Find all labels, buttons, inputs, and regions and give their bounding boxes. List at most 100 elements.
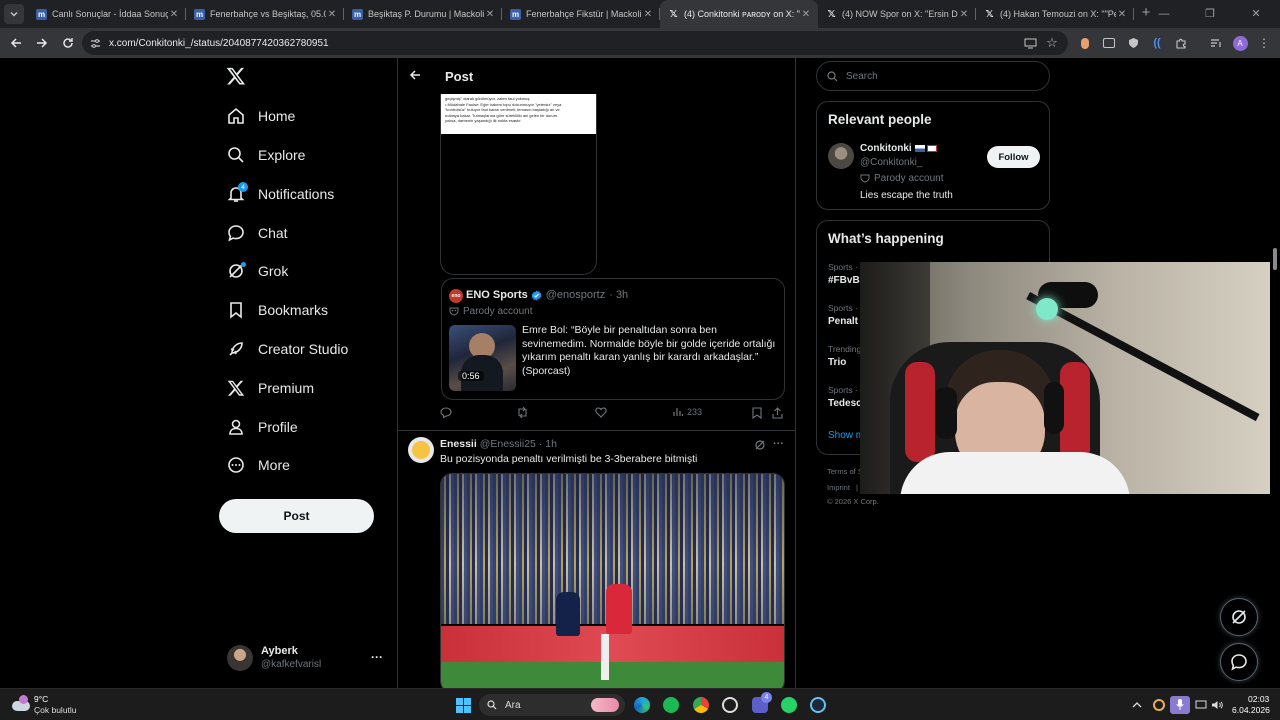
tab-title: Beşiktaş P. Durumu | Mackolik.c bbox=[368, 9, 484, 19]
close-icon[interactable]: ✕ bbox=[326, 9, 338, 20]
close-icon[interactable]: ✕ bbox=[958, 9, 970, 20]
spotify-icon[interactable] bbox=[662, 696, 680, 714]
reply-video[interactable] bbox=[440, 473, 785, 688]
messages-fab-button[interactable] bbox=[1220, 643, 1258, 681]
more-dots-icon[interactable]: ··· bbox=[773, 438, 784, 450]
extension-icon[interactable]: (( bbox=[1149, 35, 1165, 51]
scrollbar-thumb[interactable] bbox=[1273, 248, 1277, 270]
install-app-icon[interactable] bbox=[1022, 35, 1038, 51]
nav-item-home[interactable]: Home bbox=[226, 101, 295, 131]
back-arrow-icon[interactable] bbox=[409, 69, 423, 83]
trend-item[interactable]: Penalt bbox=[828, 316, 858, 327]
person-name[interactable]: Conkitonki bbox=[860, 143, 912, 154]
document-screenshot-image[interactable]: geçişmiş" olarak görülmüyor, zaten faul … bbox=[441, 94, 596, 134]
minimize-button[interactable]: — bbox=[1141, 0, 1187, 28]
close-icon[interactable]: ✕ bbox=[484, 9, 496, 20]
nav-item-explore[interactable]: Explore bbox=[226, 140, 305, 170]
like-icon[interactable] bbox=[595, 407, 607, 418]
site-info-icon[interactable] bbox=[90, 38, 101, 49]
windows-start-icon[interactable] bbox=[454, 696, 472, 714]
weather-desc[interactable]: Çok bulutlu bbox=[34, 705, 77, 715]
browser-tab[interactable]: 𝕏 (4) Conkitonki ᴘᴀʀᴏᴅʏ on X: "Bu p✕ bbox=[660, 0, 818, 28]
back-button[interactable] bbox=[4, 31, 28, 55]
left-navigation: Home Explore 4 Notifications Chat Grok Bookmar… bbox=[218, 58, 398, 688]
clock-time[interactable]: 02:03 bbox=[1248, 694, 1269, 704]
extension-icon[interactable] bbox=[1101, 35, 1117, 51]
repost-icon[interactable] bbox=[516, 407, 529, 418]
browser-tab[interactable]: 𝕏 (4) Hakan Temouzi on X: ""Pen ✕ bbox=[976, 0, 1134, 28]
reply-avatar[interactable] bbox=[408, 437, 434, 463]
grok-fab-button[interactable] bbox=[1220, 598, 1258, 636]
tab-search-button[interactable] bbox=[0, 0, 28, 28]
follow-button[interactable]: Follow bbox=[987, 146, 1040, 168]
browser-tab[interactable]: 𝕏 (4) NOW Spor on X: "Ersin Düz ✕ bbox=[818, 0, 976, 28]
reload-button[interactable] bbox=[56, 31, 80, 55]
shield-icon[interactable] bbox=[1125, 35, 1141, 51]
weather-temp[interactable]: 9°C bbox=[34, 694, 48, 704]
reply-author-name[interactable]: Enessii bbox=[440, 438, 477, 450]
volume-icon[interactable] bbox=[1208, 696, 1226, 714]
reply-icon[interactable] bbox=[440, 407, 452, 418]
close-icon[interactable]: ✕ bbox=[800, 9, 812, 20]
chat-bubble-icon bbox=[1230, 653, 1248, 671]
post-header: Post bbox=[398, 58, 795, 94]
quote-author-name[interactable]: ENO Sports bbox=[466, 289, 528, 301]
nav-item-more[interactable]: More bbox=[226, 450, 290, 480]
show-more-link[interactable]: Show m bbox=[828, 430, 864, 441]
trend-item[interactable]: Tedesc bbox=[828, 398, 862, 409]
teams-icon[interactable]: 4 bbox=[751, 692, 772, 714]
profile-avatar[interactable]: A bbox=[1232, 35, 1248, 51]
search-input[interactable]: Search bbox=[816, 61, 1050, 91]
grok-icon[interactable] bbox=[754, 439, 766, 451]
bookmark-star-icon[interactable]: ☆ bbox=[1044, 35, 1060, 51]
app-icon[interactable] bbox=[721, 696, 739, 714]
edge-icon[interactable] bbox=[633, 696, 651, 714]
browser-tab[interactable]: m Fenerbahçe vs Beşiktaş, 05.04.2✕ bbox=[186, 0, 344, 28]
puzzle-icon[interactable] bbox=[1173, 35, 1189, 51]
bookmark-icon[interactable] bbox=[752, 407, 762, 419]
tray-icon[interactable] bbox=[1150, 696, 1168, 714]
close-icon[interactable]: ✕ bbox=[1116, 9, 1128, 20]
nav-item-chat[interactable]: Chat bbox=[226, 218, 288, 248]
clock-date[interactable]: 6.04.2026 bbox=[1232, 705, 1270, 715]
trend-item[interactable]: Trio bbox=[828, 357, 846, 368]
person-avatar[interactable] bbox=[828, 143, 854, 169]
nav-item-bookmarks[interactable]: Bookmarks bbox=[226, 295, 328, 325]
nav-item-profile[interactable]: Profile bbox=[226, 412, 298, 442]
forward-button[interactable] bbox=[30, 31, 54, 55]
close-icon[interactable]: ✕ bbox=[642, 9, 654, 20]
nav-item-notifications[interactable]: 4 Notifications bbox=[226, 179, 334, 209]
nav-item-premium[interactable]: Premium bbox=[226, 373, 314, 403]
media-control-icon[interactable] bbox=[1208, 35, 1224, 51]
extension-icon[interactable] bbox=[1077, 35, 1093, 51]
close-window-button[interactable]: ✕ bbox=[1233, 0, 1279, 28]
weather-icon[interactable] bbox=[12, 695, 30, 713]
chrome-menu-icon[interactable]: ⋮ bbox=[1256, 35, 1272, 51]
address-bar[interactable]: x.com/Conkitonki_/status/204087742036278… bbox=[82, 31, 1068, 55]
maximize-button[interactable]: ❐ bbox=[1187, 0, 1233, 28]
post-button[interactable]: Post bbox=[219, 499, 374, 533]
chrome-icon[interactable] bbox=[692, 696, 710, 714]
more-dots-icon[interactable]: ··· bbox=[371, 650, 383, 664]
nav-item-grok[interactable]: Grok bbox=[226, 256, 288, 286]
close-icon[interactable]: ✕ bbox=[168, 9, 180, 20]
video-thumbnail[interactable]: 0:56 bbox=[449, 325, 516, 391]
browser-tab[interactable]: m Fenerbahçe Fikstür | Mackolik.c ✕ bbox=[502, 0, 660, 28]
x-premium-icon bbox=[226, 378, 246, 398]
quoted-post[interactable]: eno ENO Sports @enosportz · 3h Parody ac… bbox=[441, 278, 785, 400]
x-logo-icon[interactable] bbox=[226, 66, 246, 86]
browser-tab[interactable]: m Canlı Sonuçlar - İddaa Sonuçları✕ bbox=[28, 0, 186, 28]
chevron-up-icon[interactable] bbox=[1128, 696, 1146, 714]
page-scrollbar[interactable] bbox=[1270, 58, 1280, 688]
nav-item-creator-studio[interactable]: Creator Studio bbox=[226, 334, 348, 364]
steam-icon[interactable] bbox=[809, 696, 827, 714]
microphone-icon[interactable] bbox=[1170, 696, 1190, 714]
terms-link[interactable]: Terms of S bbox=[827, 467, 863, 476]
whatsapp-icon[interactable] bbox=[780, 696, 798, 714]
share-icon[interactable] bbox=[772, 407, 783, 419]
browser-tab[interactable]: m Beşiktaş P. Durumu | Mackolik.c ✕ bbox=[344, 0, 502, 28]
imprint-link[interactable]: Imprint bbox=[827, 483, 850, 492]
taskbar-search[interactable]: Ara bbox=[479, 694, 625, 716]
views-count[interactable]: 233 bbox=[673, 407, 702, 417]
account-switcher[interactable]: Ayberk @kafkefvarisl ··· bbox=[226, 642, 391, 674]
